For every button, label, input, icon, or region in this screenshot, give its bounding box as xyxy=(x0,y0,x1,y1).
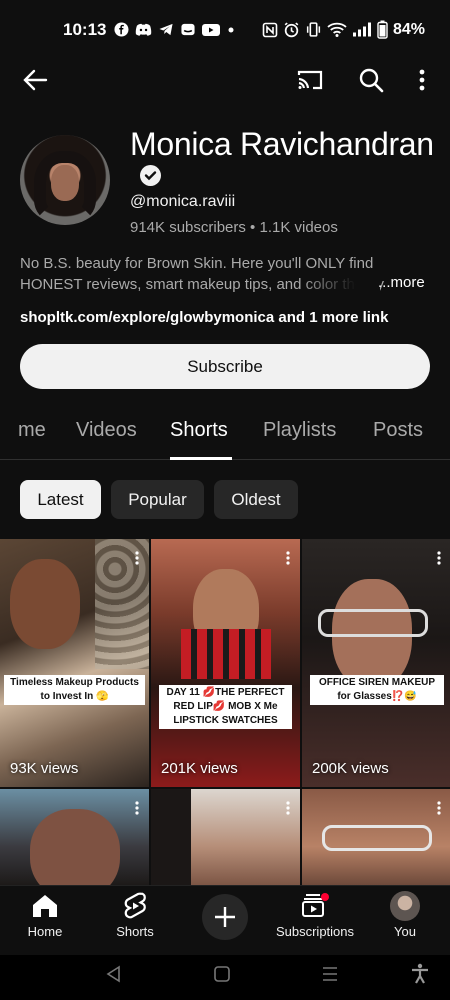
more-link[interactable]: ...more xyxy=(378,274,425,291)
nav-you-label: You xyxy=(394,924,416,939)
battery-icon xyxy=(377,20,388,39)
short-more-icon[interactable] xyxy=(437,801,441,815)
short-views: 93K views xyxy=(10,760,79,777)
channel-link[interactable]: shopltk.com/explore/glowbymonica and 1 m… xyxy=(20,309,388,326)
short-thumbnail[interactable] xyxy=(151,789,300,885)
nav-home[interactable]: Home xyxy=(0,886,90,956)
tab-shorts[interactable]: Shorts xyxy=(170,419,228,442)
thumbnail-glasses xyxy=(322,825,432,851)
short-thumbnail[interactable]: DAY 11 💋THE PERFECT RED LIP💋 MOB X Me LI… xyxy=(151,539,300,787)
short-more-icon[interactable] xyxy=(286,551,290,565)
app-bar xyxy=(0,60,450,100)
status-bar: 10:13 84% xyxy=(0,0,450,60)
thumbnail-clocks xyxy=(95,539,149,669)
thumbnail-face xyxy=(10,559,80,649)
short-thumbnail[interactable]: OFFICE SIREN MAKEUP for Glasses⁉️😅 200K … xyxy=(302,539,450,787)
alarm-icon xyxy=(284,22,299,38)
system-back-icon[interactable] xyxy=(105,965,123,983)
short-thumbnail[interactable]: Timeless Makeup Products to Invest In 🫣 … xyxy=(0,539,149,787)
more-vert-icon[interactable] xyxy=(410,64,434,96)
channel-name: Monica Ravichandran xyxy=(130,126,434,162)
subscribe-button[interactable]: Subscribe xyxy=(20,344,430,389)
short-caption: DAY 11 💋THE PERFECT RED LIP💋 MOB X Me LI… xyxy=(159,685,292,729)
search-icon[interactable] xyxy=(355,64,387,96)
short-caption: Timeless Makeup Products to Invest In 🫣 xyxy=(4,675,145,705)
nfc-icon xyxy=(262,22,278,37)
create-button[interactable] xyxy=(202,894,248,940)
short-thumbnail[interactable] xyxy=(0,789,149,885)
signal-icon xyxy=(353,22,371,37)
profile-avatar-icon xyxy=(390,891,420,921)
thumbnail-hair xyxy=(151,789,191,885)
nav-home-label: Home xyxy=(27,924,63,939)
system-home-icon[interactable] xyxy=(213,965,231,983)
chip-popular[interactable]: Popular xyxy=(111,480,204,519)
accessibility-icon[interactable] xyxy=(410,963,430,985)
facebook-icon xyxy=(114,22,129,37)
short-views: 200K views xyxy=(312,760,389,777)
tab-home[interactable]: me xyxy=(18,419,46,442)
subscriptions-icon xyxy=(302,893,329,917)
system-icons: 84% xyxy=(262,20,425,39)
chip-latest[interactable]: Latest xyxy=(20,480,101,519)
create-plus-icon xyxy=(215,907,235,927)
youtube-icon xyxy=(202,23,220,36)
back-arrow-icon[interactable] xyxy=(18,64,52,96)
tab-posts[interactable]: Posts xyxy=(373,419,423,442)
status-time: 10:13 xyxy=(63,20,107,39)
messenger-icon xyxy=(181,23,195,36)
tab-playlists[interactable]: Playlists xyxy=(263,419,336,442)
active-tab-indicator xyxy=(170,457,232,460)
thumbnail-lipsticks xyxy=(181,629,271,679)
bottom-nav: Home Shorts Subscriptions You xyxy=(0,885,450,955)
shorts-icon xyxy=(124,892,146,919)
short-more-icon[interactable] xyxy=(437,551,441,565)
description-fade xyxy=(300,272,380,294)
nav-shorts[interactable]: Shorts xyxy=(90,886,180,956)
nav-subscriptions-label: Subscriptions xyxy=(275,924,355,939)
vibrate-icon xyxy=(306,22,321,37)
thumbnail-glasses xyxy=(318,609,428,637)
short-caption: OFFICE SIREN MAKEUP for Glasses⁉️😅 xyxy=(310,675,444,705)
short-more-icon[interactable] xyxy=(135,551,139,565)
discord-icon xyxy=(135,23,152,36)
short-views: 201K views xyxy=(161,760,238,777)
telegram-icon xyxy=(159,23,173,36)
nav-subscriptions[interactable]: Subscriptions xyxy=(270,886,360,956)
short-more-icon[interactable] xyxy=(286,801,290,815)
channel-handle: @monica.raviii xyxy=(130,193,236,210)
avatar-face xyxy=(51,165,79,201)
battery-percent: 84% xyxy=(393,20,426,38)
channel-stats: 914K subscribers • 1.1K videos xyxy=(130,219,338,236)
wifi-icon xyxy=(327,22,347,37)
notification-icons xyxy=(114,22,236,37)
dot-icon xyxy=(228,27,234,32)
home-icon xyxy=(33,895,57,917)
channel-tabs: me Videos Shorts Playlists Posts xyxy=(0,400,450,460)
tab-videos[interactable]: Videos xyxy=(76,419,137,442)
short-more-icon[interactable] xyxy=(135,801,139,815)
system-nav-bar xyxy=(0,955,450,1000)
system-recents-icon[interactable] xyxy=(321,965,339,983)
cast-icon[interactable] xyxy=(294,64,326,96)
short-thumbnail[interactable] xyxy=(302,789,450,885)
chip-oldest[interactable]: Oldest xyxy=(214,480,298,519)
channel-avatar[interactable] xyxy=(20,135,110,225)
verified-badge-icon xyxy=(140,165,161,186)
nav-you[interactable]: You xyxy=(360,886,450,956)
thumbnail-face xyxy=(30,809,120,885)
nav-shorts-label: Shorts xyxy=(116,924,154,939)
